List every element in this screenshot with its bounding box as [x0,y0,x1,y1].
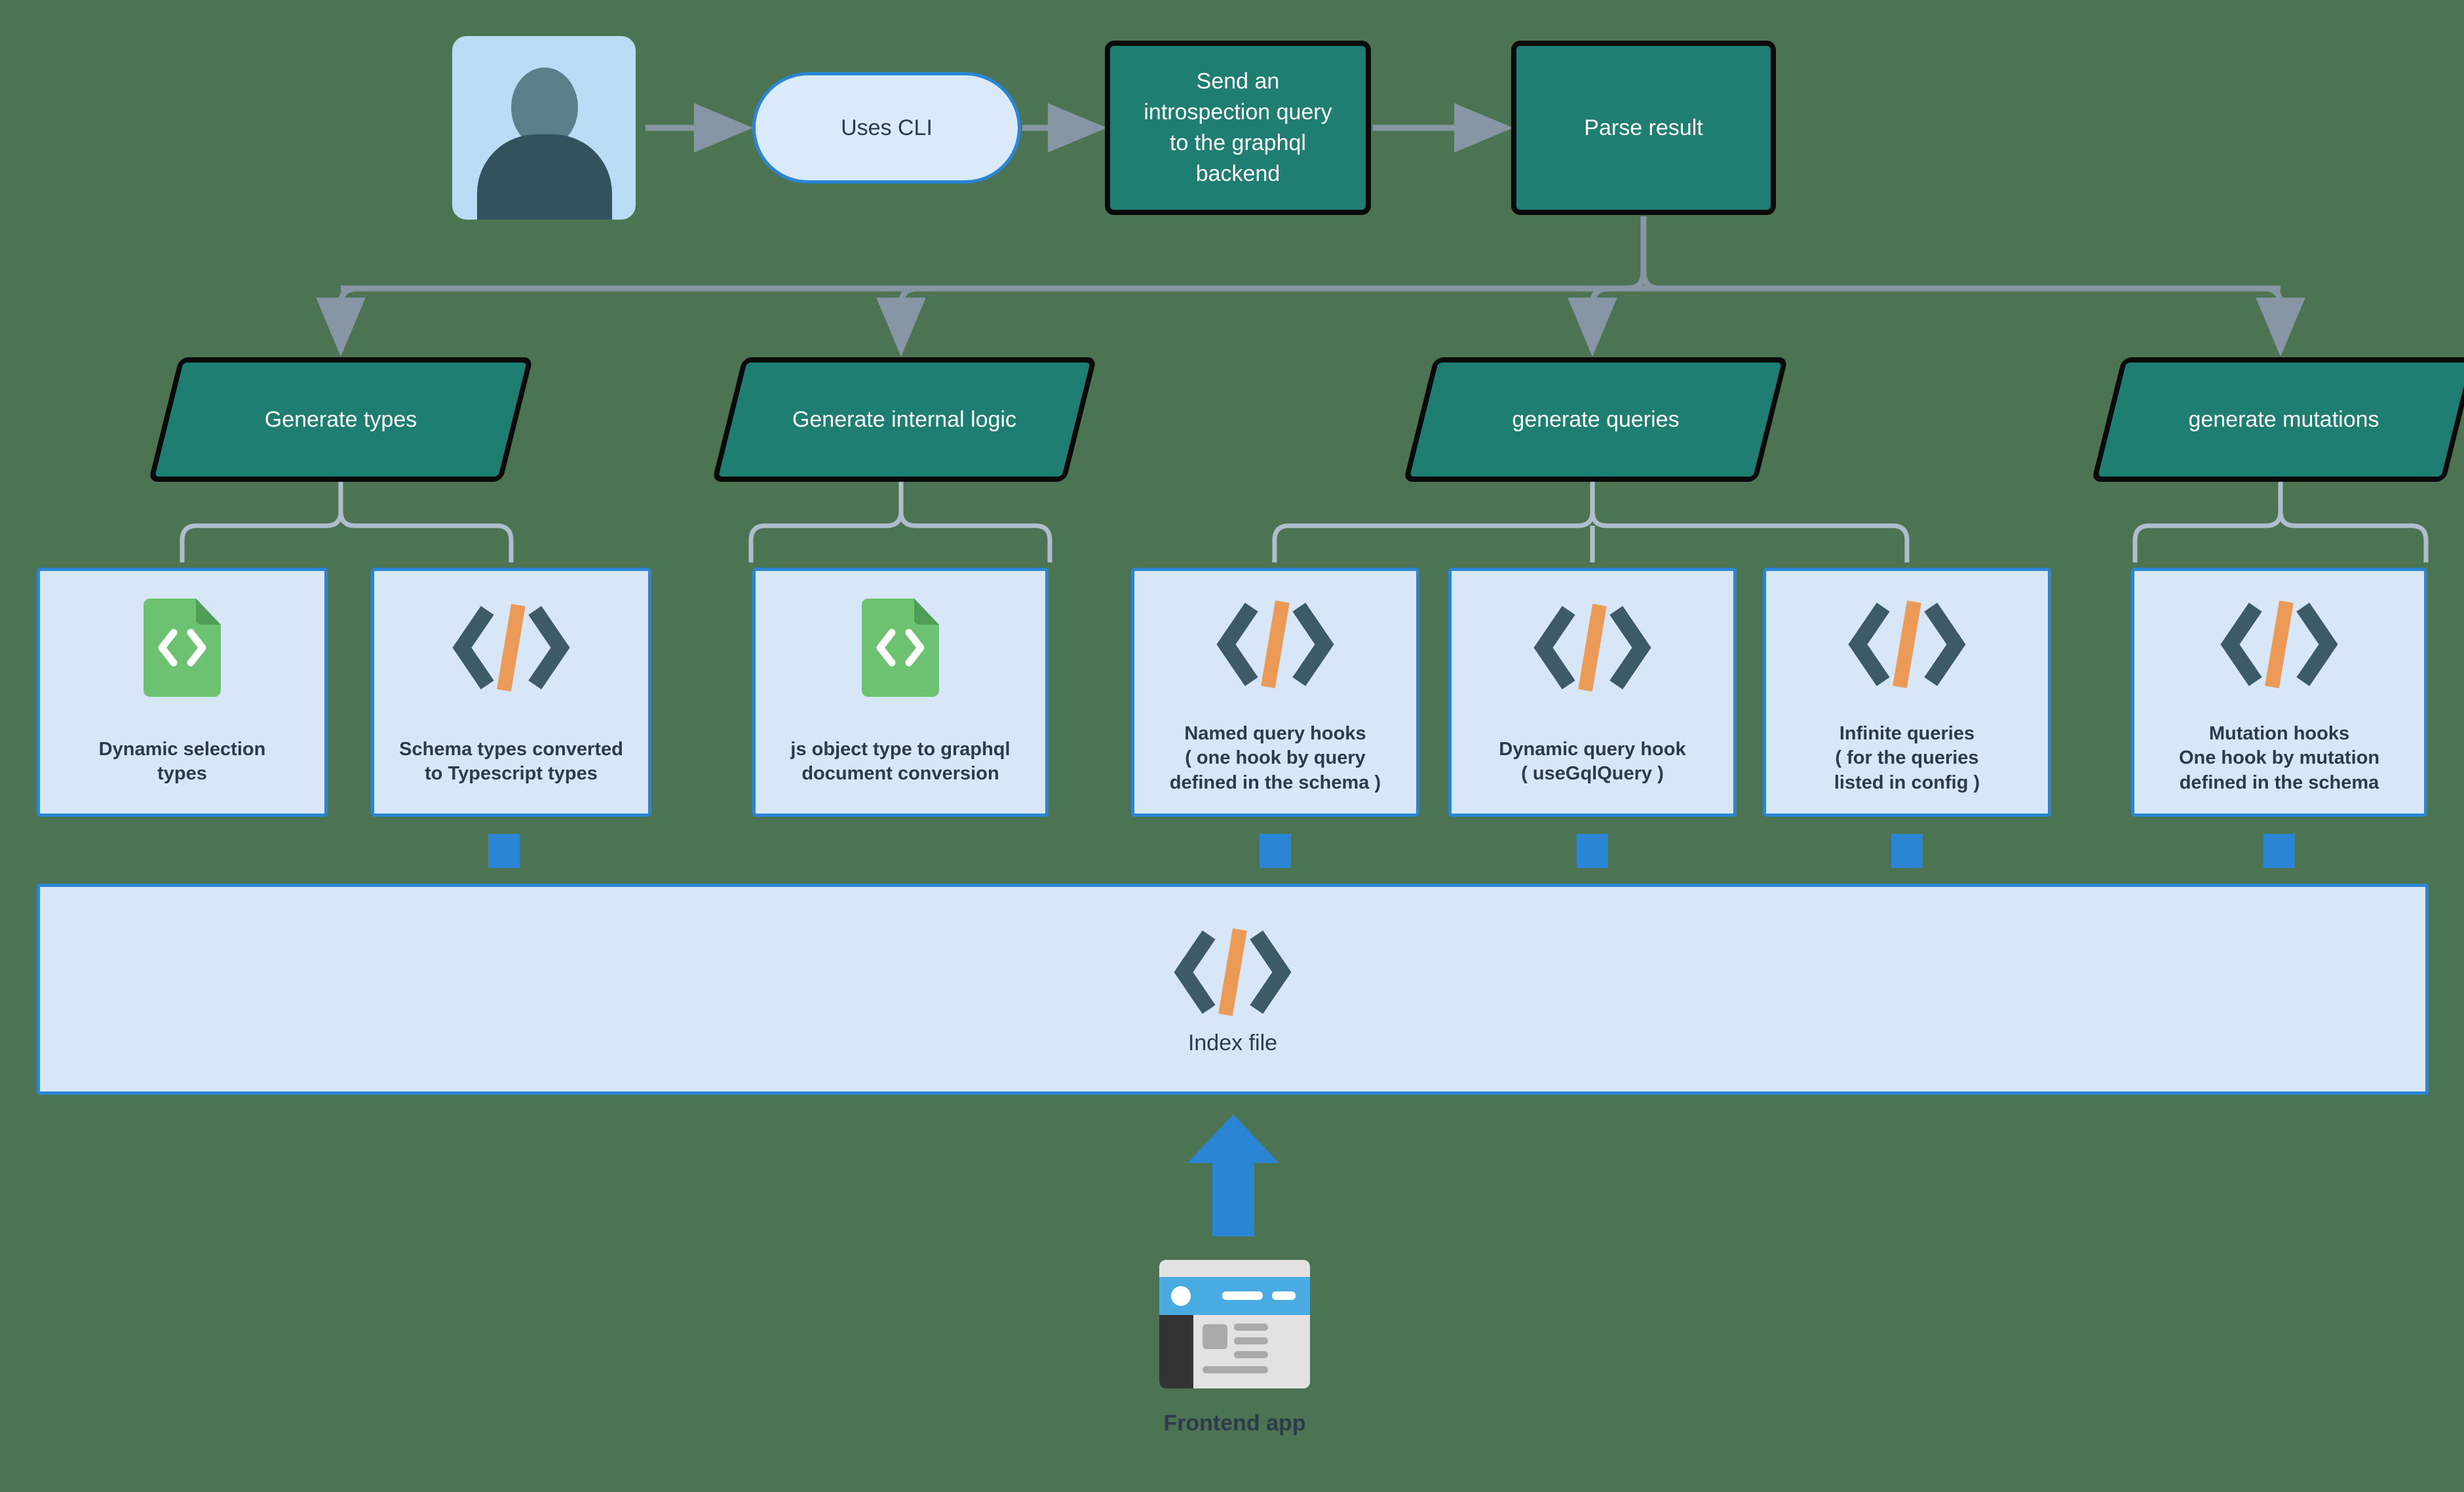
card-dynamic-selection-types[interactable]: Dynamic selection types [37,568,328,817]
card-schema-types-converted-label: Schema types converted to Typescript typ… [399,738,623,784]
card-infinite-queries-label: Infinite queries ( for the queries liste… [1834,723,1980,793]
stage-generate-mutations[interactable]: generate mutations [2091,357,2464,482]
bracket-generate-queries [1272,482,1910,562]
edge-drop-generate-internal-logic [876,285,926,357]
card-mutation-hooks[interactable]: Mutation hooks One hook by mutation defi… [2131,568,2427,817]
card-named-query-hooks-label: Named query hooks ( one hook by query de… [1169,723,1381,793]
connector-square-infinite-queries [1891,834,1923,868]
card-schema-types-converted[interactable]: Schema types converted to Typescript typ… [371,568,651,817]
node-uses-cli-label: Uses CLI [841,115,933,140]
diagram-canvas: Uses CLI Send an introspection query to … [0,0,2464,1492]
card-js-object-to-graphql-label: js object type to graphql document conve… [790,738,1011,784]
browser-addressbar-short [1272,1291,1296,1300]
edge-drop-generate-queries [1568,285,1617,357]
frontend-arrow-up-icon [1187,1114,1279,1236]
connector-square-named-query-hooks [1260,834,1291,868]
code-tag-icon [1847,585,1967,703]
bracket-generate-types [180,482,514,562]
code-tag-icon [1533,585,1652,710]
browser-dot [1171,1286,1191,1306]
card-dynamic-selection-types-label: Dynamic selection types [98,738,266,784]
connector-square-schema-types [488,834,520,868]
connector-square-dynamic-query-hook [1577,834,1608,868]
node-index-file-label: Index file [1187,1030,1278,1055]
node-parse-result-label: Parse result [1584,115,1703,140]
card-dynamic-query-hook-label: Dynamic query hook ( useGqlQuery ) [1499,738,1686,784]
stage-generate-types[interactable]: Generate types [148,357,533,482]
browser-addressbar [1222,1291,1263,1300]
stage-generate-types-label: Generate types [264,406,417,432]
code-tag-icon [1173,923,1292,1021]
node-send-introspection-query[interactable]: Send an introspection query to the graph… [1105,41,1371,215]
card-dynamic-query-hook[interactable]: Dynamic query hook ( useGqlQuery ) [1448,568,1737,817]
node-send-introspection-query-label: Send an introspection query to the graph… [1144,69,1332,186]
browser-titlebar [1159,1277,1310,1315]
node-parse-result[interactable]: Parse result [1511,41,1776,215]
card-infinite-queries[interactable]: Infinite queries ( for the queries liste… [1763,568,2051,817]
browser-window-icon [1159,1260,1310,1388]
stage-generate-queries-label: generate queries [1512,406,1680,432]
browser-content-line [1234,1337,1268,1345]
code-file-icon [144,585,221,710]
stage-generate-internal-logic-label: Generate internal logic [792,406,1017,432]
stage-generate-mutations-label: generate mutations [2188,406,2379,432]
node-uses-cli[interactable]: Uses CLI [752,72,1021,184]
code-tag-icon [452,585,571,710]
edge-parse-corner-right [1640,271,1661,292]
stage-generate-internal-logic[interactable]: Generate internal logic [712,357,1097,482]
code-file-icon [862,585,939,710]
connector-square-mutation-hooks [2263,834,2295,868]
user-avatar-body [477,134,612,220]
card-mutation-hooks-label: Mutation hooks One hook by mutation defi… [2178,723,2380,793]
bracket-generate-mutations [2132,482,2429,562]
browser-sidebar [1159,1315,1193,1388]
edge-drop-generate-mutations [2256,285,2305,357]
browser-content-line [1234,1324,1268,1331]
frontend-app-caption-wrap: Frontend app [1071,1411,1398,1436]
browser-content [1193,1315,1310,1388]
code-tag-icon [1216,585,1335,703]
edge-drop-generate-types [316,285,366,357]
user-avatar-tile [452,36,636,220]
code-tag-icon [2220,585,2339,703]
card-named-query-hooks[interactable]: Named query hooks ( one hook by query de… [1131,568,1419,817]
browser-content-line [1203,1366,1268,1373]
node-index-file[interactable]: Index file [37,884,2429,1095]
browser-content-line [1234,1351,1268,1358]
browser-content-image [1203,1324,1227,1349]
edge-parse-corner-left [1627,271,1647,292]
bracket-generate-internal-logic [748,482,1052,562]
card-js-object-to-graphql[interactable]: js object type to graphql document conve… [752,568,1049,817]
frontend-app-label: Frontend app [1163,1411,1306,1436]
stage-generate-queries[interactable]: generate queries [1403,357,1788,482]
